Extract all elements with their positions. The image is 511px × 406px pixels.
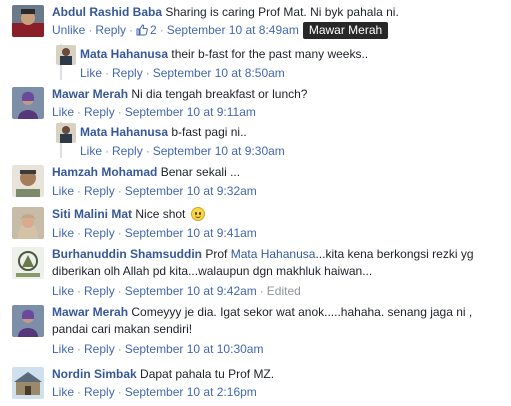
reply-button[interactable]: Reply [84,184,115,198]
comment-author[interactable]: Mawar Merah [52,305,128,319]
comment-author[interactable]: Mawar Merah [52,87,128,101]
comment-actions: Unlike · Reply · 2 · September 10 at 8:49am Maw… [52,22,389,39]
comment-author[interactable]: Abdul Rashid Baba [52,5,162,19]
reply-button[interactable]: Reply [84,342,115,356]
comment-text-line2: diberikan olh Allah pd kita...walaupun d… [52,264,373,278]
comment-text: Sharing is caring Prof Mat. Ni byk pahal… [165,5,399,19]
comment: Mawar Merah Comeyyy je dia. Igat sekor w… [0,304,511,358]
comment-timestamp[interactable]: September 10 at 9:11am [125,105,256,119]
comment-timestamp[interactable]: September 10 at 9:42am [125,284,257,298]
mention-link[interactable]: Mata Hahanusa [231,247,316,261]
avatar[interactable] [12,165,44,197]
comment-author[interactable]: Mata Hahanusa [80,125,168,139]
comment-timestamp[interactable]: September 10 at 8:49am [167,23,299,37]
comment-timestamp[interactable]: September 10 at 9:30am [153,144,285,158]
reply-button[interactable]: Reply [112,144,143,158]
comment-actions: Like · Reply · September 10 at 9:41am [52,226,257,240]
avatar[interactable] [12,207,44,239]
comment-text: Dapat pahala tu Prof MZ. [140,367,275,381]
liker-tooltip: Mawar Merah [302,22,389,39]
reply-button[interactable]: Reply [84,105,115,119]
like-button[interactable]: Like [52,105,74,119]
comment-body: Mata Hahanusa b-fast pagi ni.. [80,124,247,140]
like-button[interactable]: Like [52,284,74,298]
avatar[interactable] [12,305,44,337]
like-button[interactable]: Like [52,342,74,356]
comment-timestamp[interactable]: September 10 at 2:16pm [125,385,257,399]
comment-timestamp[interactable]: September 10 at 8:50am [153,66,285,80]
comment-actions: Like · Reply · September 10 at 9:42am · Edited [52,284,301,298]
comment-body: Nordin Simbak Dapat pahala tu Prof MZ. [52,366,274,382]
reply-button[interactable]: Reply [84,385,115,399]
like-count-value: 2 [150,23,157,37]
like-button[interactable]: Like [52,184,74,198]
comment-text: their b-fast for the past many weeks.. [171,47,369,61]
avatar[interactable] [12,87,44,119]
comment-timestamp[interactable]: September 10 at 9:41am [125,226,257,240]
comment: Abdul Rashid Baba Sharing is caring Prof… [0,4,511,44]
reply-button[interactable]: Reply [112,66,143,80]
like-count[interactable]: 2 [136,23,157,37]
comment-author[interactable]: Burhanuddin Shamsuddin [52,247,202,261]
reply-button[interactable]: Reply [95,23,126,37]
edited-label[interactable]: Edited [267,284,301,298]
comment-text: Prof [205,247,228,261]
like-button[interactable]: Like [52,226,74,240]
comment-body: Mata Hahanusa their b-fast for the past … [80,46,368,62]
comment-body: Mawar Merah Comeyyy je dia. Igat sekor w… [52,304,502,338]
avatar[interactable] [56,45,76,65]
comment: Hamzah Mohamad Benar sekali ... Like · Rep… [0,164,511,200]
avatar[interactable] [56,123,76,143]
avatar[interactable] [12,5,44,37]
unlike-button[interactable]: Unlike [52,23,85,37]
comment-author[interactable]: Siti Malini Mat [52,207,132,221]
comment-text: b-fast pagi ni.. [171,125,247,139]
reply-button[interactable]: Reply [84,226,115,240]
comment: Burhanuddin Shamsuddin Prof Mata Hahanus… [0,246,511,300]
comment-text: Ni dia tengah breakfast or lunch? [131,87,308,101]
comment-actions: Like · Reply · September 10 at 2:16pm [52,385,257,399]
comment-author[interactable]: Mata Hahanusa [80,47,168,61]
comment-text-line2: pandai cari makan sendiri! [52,322,193,336]
comment-body: Hamzah Mohamad Benar sekali ... [52,164,240,180]
reply-comment: Mata Hahanusa their b-fast for the past … [0,44,511,80]
comment-actions: Like · Reply · September 10 at 8:50am [80,66,285,80]
thumbs-up-icon [136,24,148,36]
reply-comment: Mata Hahanusa b-fast pagi ni.. Like · Repl… [0,122,511,158]
comment-actions: Like · Reply · September 10 at 10:30am [52,342,264,356]
comment-body: Abdul Rashid Baba Sharing is caring Prof… [52,4,399,20]
comment: Mawar Merah Ni dia tengah breakfast or l… [0,86,511,122]
like-button[interactable]: Like [52,385,74,399]
comment-actions: Like · Reply · September 10 at 9:32am [52,184,257,198]
comment-text-cont: ...kita kena berkongsi rezki yg [315,247,474,261]
comment: Nordin Simbak Dapat pahala tu Prof MZ. L… [0,366,511,404]
smile-emoji-icon [190,207,205,221]
comment-actions: Like · Reply · September 10 at 9:30am [80,144,285,158]
comment-body: Burhanuddin Shamsuddin Prof Mata Hahanus… [52,246,492,280]
comment-timestamp[interactable]: September 10 at 9:32am [125,184,257,198]
reply-button[interactable]: Reply [84,284,115,298]
like-button[interactable]: Like [80,66,102,80]
comment-body: Mawar Merah Ni dia tengah breakfast or l… [52,86,307,102]
comment-text: Benar sekali ... [160,165,241,179]
like-button[interactable]: Like [80,144,102,158]
comment: Siti Malini Mat Nice shot Like · Reply · Sep… [0,206,511,242]
comment-timestamp[interactable]: September 10 at 10:30am [125,342,264,356]
comment-body: Siti Malini Mat Nice shot [52,206,205,222]
avatar[interactable] [12,367,44,399]
comment-actions: Like · Reply · September 10 at 9:11am [52,105,256,119]
comment-text: Comeyyy je dia. Igat sekor wat anok.....… [131,305,473,319]
comment-author[interactable]: Nordin Simbak [52,367,137,381]
avatar[interactable] [12,247,44,279]
comment-text: Nice shot [135,207,186,221]
comment-author[interactable]: Hamzah Mohamad [52,165,157,179]
